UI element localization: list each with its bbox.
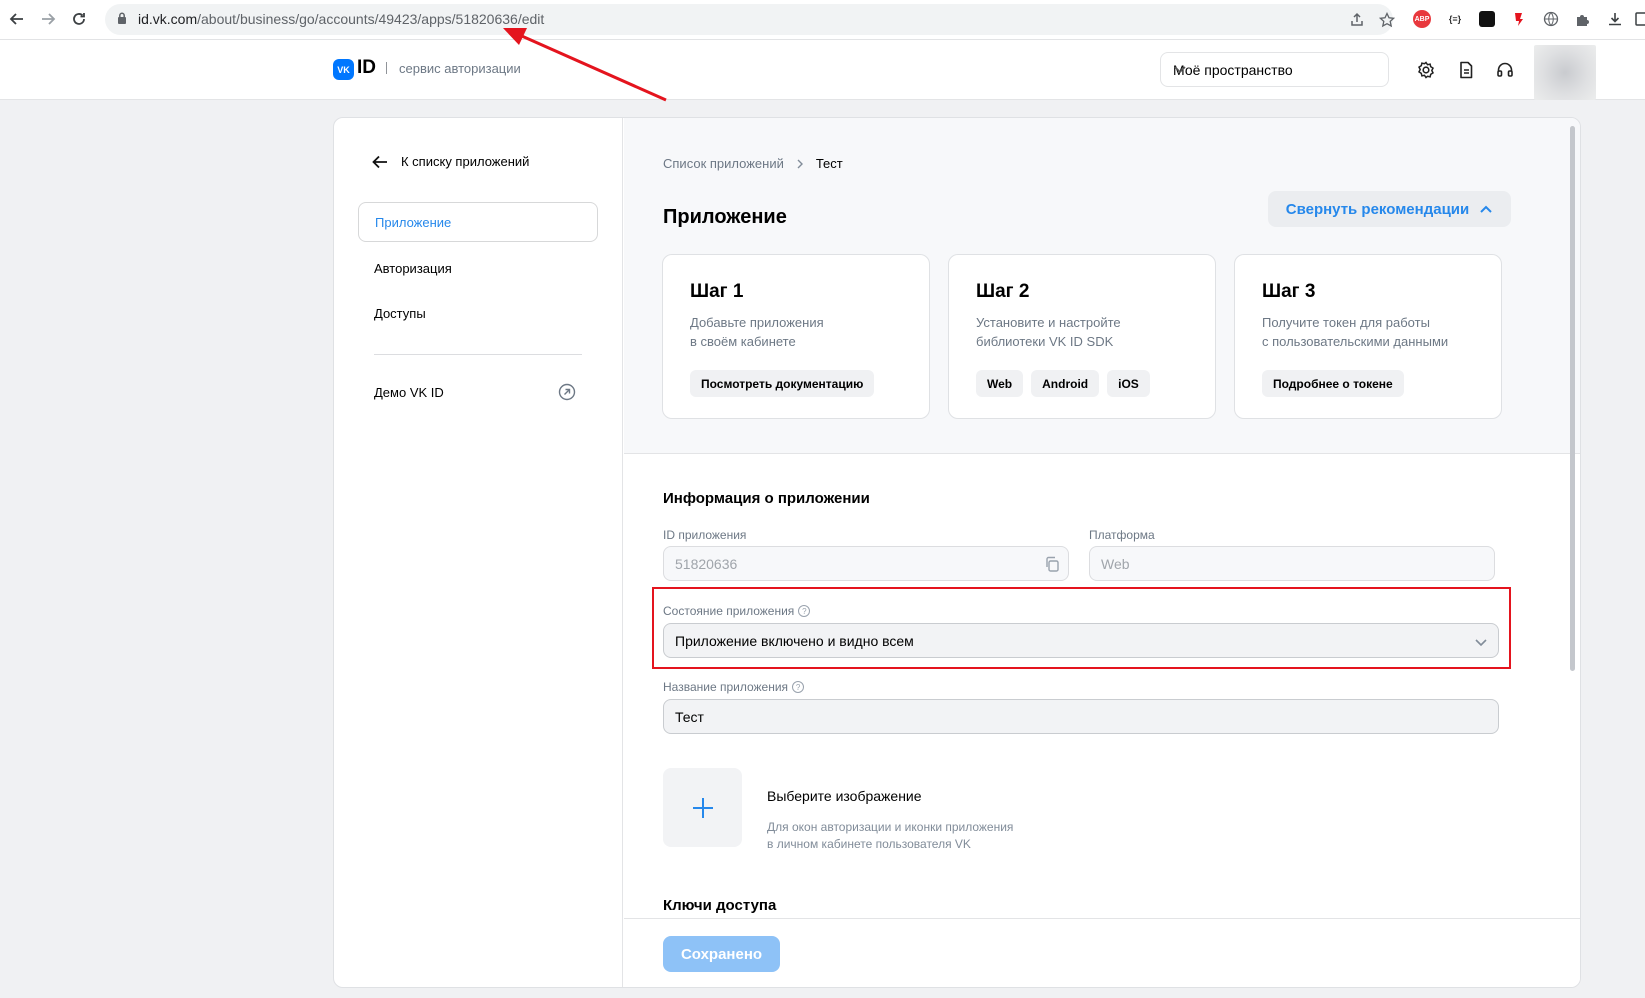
step-card-1: Шаг 1 Добавьте приложения в своём кабине…	[662, 254, 930, 419]
image-upload-description: Для окон авторизации и иконки приложения…	[767, 820, 1014, 851]
yandex-extension-icon[interactable]	[1509, 8, 1531, 30]
app-id-label-text: ID приложения	[663, 528, 747, 542]
token-chip[interactable]: Подробнее о токене	[1262, 370, 1404, 397]
copy-icon[interactable]	[1044, 556, 1060, 572]
help-icon[interactable]: ?	[792, 681, 805, 693]
external-link-icon	[558, 383, 576, 401]
step-title: Шаг 3	[1262, 281, 1316, 302]
recommendations-panel: Список приложений Тест Приложение Сверну…	[624, 118, 1580, 454]
sidebar-item-label: Доступы	[374, 305, 426, 321]
app-id-label: ID приложения	[663, 528, 746, 542]
bookmark-star-icon[interactable]	[1377, 10, 1397, 30]
app-name-input[interactable]: Тест	[663, 699, 1499, 734]
download-icon[interactable]	[1604, 8, 1626, 30]
avatar[interactable]	[1534, 45, 1596, 100]
headset-icon[interactable]	[1494, 59, 1516, 81]
vk-logo-icon[interactable]: VK	[333, 59, 354, 80]
forward-arrow-icon[interactable]	[37, 8, 59, 30]
reload-icon[interactable]	[68, 8, 90, 30]
step-card-3: Шаг 3 Получите токен для работы с пользо…	[1234, 254, 1502, 419]
app-id-value: 51820636	[675, 555, 738, 572]
image-upload-button[interactable]	[663, 768, 742, 847]
logo-separator	[386, 62, 387, 74]
info-section-title: Информация о приложении	[663, 490, 870, 507]
globe-icon[interactable]	[1540, 8, 1562, 30]
breadcrumb-current: Тест	[815, 156, 843, 171]
back-arrow-icon[interactable]	[6, 8, 28, 30]
state-label: Состояние приложения?	[663, 604, 811, 618]
save-button[interactable]: Сохранено	[663, 936, 780, 972]
step-title: Шаг 1	[690, 281, 744, 302]
json-extension-icon[interactable]: {≡}	[1444, 8, 1466, 30]
share-icon[interactable]	[1347, 10, 1367, 30]
puzzle-icon[interactable]	[1572, 8, 1594, 30]
step-card-2: Шаг 2 Установите и настройте библиотеки …	[948, 254, 1216, 419]
document-icon[interactable]	[1455, 59, 1477, 81]
app-state-select[interactable]: Приложение включено и видно всем	[663, 623, 1499, 658]
extension-icon[interactable]	[1476, 8, 1498, 30]
platform-field[interactable]: Web	[1089, 546, 1495, 581]
app-id-field[interactable]: 51820636	[663, 546, 1069, 581]
sidebar-item-app[interactable]: Приложение	[358, 202, 598, 242]
space-select[interactable]: Моё пространство	[1160, 52, 1389, 87]
step-desc: Установите и настройте библиотеки VK ID …	[976, 315, 1121, 349]
content: Список приложений Тест Приложение Сверну…	[624, 118, 1580, 987]
android-chip[interactable]: Android	[1031, 370, 1100, 397]
breadcrumb-app-list[interactable]: Список приложений	[663, 156, 784, 171]
sidebar-divider	[374, 354, 582, 355]
step-desc: Получите токен для работы с пользователь…	[1262, 315, 1449, 349]
sidebar: К списку приложений Приложение Авторизац…	[334, 118, 623, 987]
sidebar-item-label: Приложение	[375, 214, 452, 230]
browser-toolbar: id.vk.com/about/business/go/accounts/494…	[0, 0, 1645, 40]
sidebar-item-label: Авторизация	[374, 260, 452, 276]
logo-text[interactable]: ID	[357, 57, 376, 79]
web-chip[interactable]: Web	[976, 370, 1024, 397]
name-label: Название приложения?	[663, 680, 805, 694]
sidebar-item-access[interactable]: Доступы	[358, 293, 598, 333]
chevron-up-icon	[1480, 205, 1492, 213]
demo-label: Демо VK ID	[374, 384, 444, 400]
breadcrumb: Список приложений Тест	[663, 156, 843, 171]
url-host: id.vk.com	[138, 11, 198, 27]
docs-chip[interactable]: Посмотреть документацию	[690, 370, 875, 397]
state-label-text: Состояние приложения	[663, 604, 795, 618]
platform-value: Web	[1101, 555, 1130, 572]
sidebar-item-auth[interactable]: Авторизация	[358, 248, 598, 288]
url-path: /about/business/go/accounts/49423/apps/5…	[197, 11, 545, 27]
back-label: К списку приложений	[401, 154, 530, 169]
help-icon[interactable]: ?	[798, 605, 811, 617]
gear-icon[interactable]	[1415, 59, 1437, 81]
app-name-value: Тест	[675, 708, 704, 725]
page-title: Приложение	[663, 206, 787, 228]
collapse-label: Свернуть рекомендации	[1285, 200, 1470, 218]
platform-label: Платформа	[1089, 528, 1155, 542]
chevron-down-icon	[1475, 639, 1487, 647]
sidepanel-icon[interactable]	[1630, 8, 1645, 30]
ios-chip[interactable]: iOS	[1107, 370, 1150, 397]
back-to-list-link[interactable]: К списку приложений	[372, 154, 529, 169]
step-desc: Добавьте приложения в своём кабинете	[690, 315, 824, 349]
step-title: Шаг 2	[976, 281, 1030, 302]
demo-vk-id-link[interactable]: Демо VK ID	[374, 383, 576, 401]
site-header: VK ID сервис авторизации Моё пространств…	[0, 40, 1645, 100]
image-upload-title: Выберите изображение	[767, 788, 922, 804]
platform-label-text: Платформа	[1089, 528, 1155, 542]
access-keys-title: Ключи доступа	[663, 897, 777, 914]
adblock-badge: ABP	[1413, 10, 1431, 28]
plus-icon	[692, 797, 713, 818]
collapse-recommendations-button[interactable]: Свернуть рекомендации	[1268, 191, 1511, 227]
app-settings-card: К списку приложений Приложение Авторизац…	[333, 117, 1581, 988]
arrow-left-icon	[372, 155, 387, 168]
adblock-extension-icon[interactable]: ABP	[1411, 8, 1433, 30]
chevron-right-icon	[797, 159, 803, 168]
app-state-value: Приложение включено и видно всем	[675, 632, 914, 649]
form-footer: Сохранено	[624, 918, 1580, 987]
chevron-down-icon	[1173, 62, 1378, 79]
lock-icon	[117, 12, 127, 30]
scrollbar[interactable]	[1570, 126, 1575, 671]
url-text: id.vk.com/about/business/go/accounts/494…	[138, 11, 544, 27]
service-label: сервис авторизации	[399, 61, 521, 76]
name-label-text: Название приложения	[663, 680, 789, 694]
address-bar[interactable]: id.vk.com/about/business/go/accounts/494…	[105, 4, 1395, 35]
